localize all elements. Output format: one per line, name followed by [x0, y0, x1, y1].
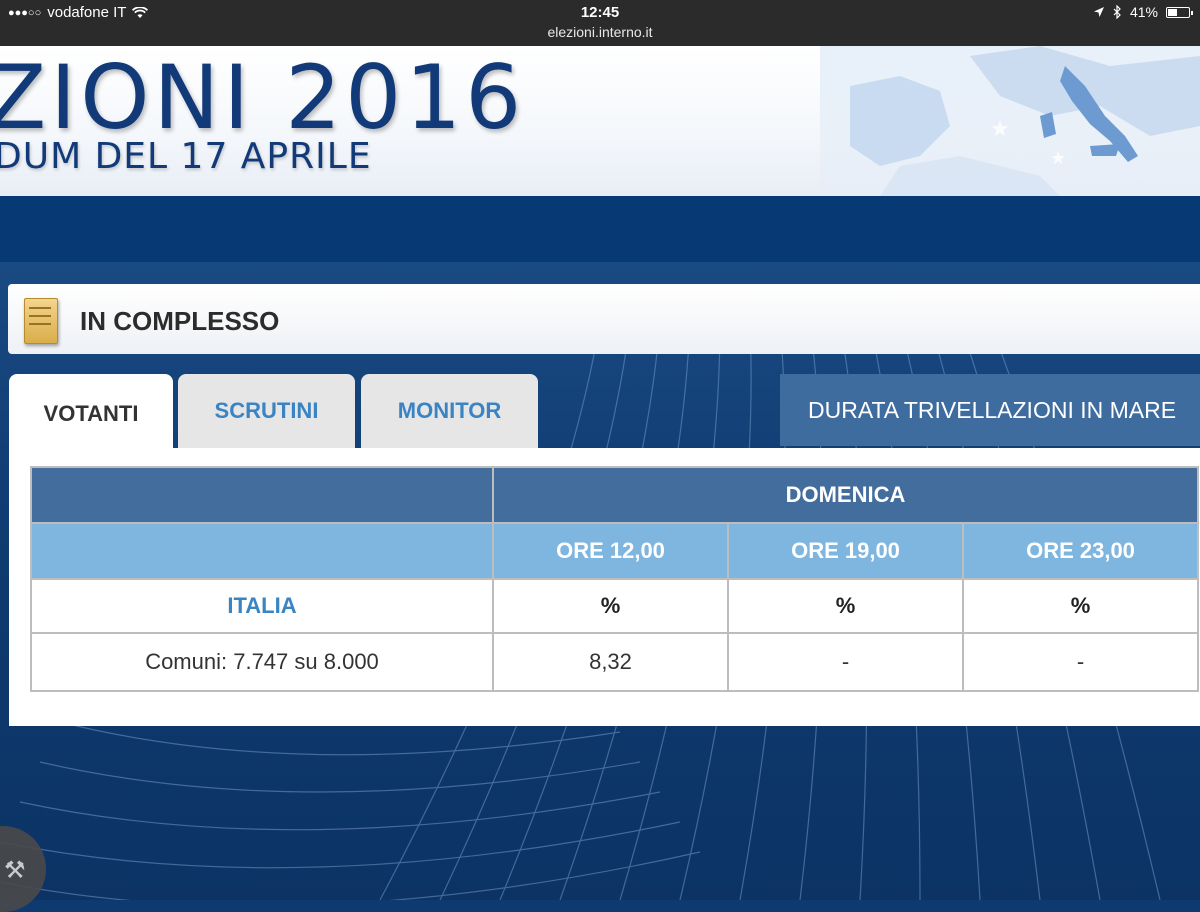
turnout-value: 8,32 [492, 632, 729, 692]
tab-votanti[interactable]: VOTANTI [9, 374, 173, 454]
header-banner: ZIONI 2016 DUM DEL 17 APRILE ★ ★ [0, 46, 1200, 196]
table-row: ITALIA % % % [30, 578, 1199, 634]
turnout-table: DOMENICA ORE 12,00 ORE 19,00 ORE 23,00 I… [30, 466, 1199, 692]
ios-status-bar: ●●●○○ vodafone IT 12:45 elezioni.interno… [0, 0, 1200, 46]
tab-monitor[interactable]: MONITOR [361, 374, 538, 448]
clock: 12:45 [580, 4, 620, 21]
day-header: DOMENICA [492, 466, 1199, 524]
turnout-value: - [962, 632, 1199, 692]
europe-map-icon: ★ ★ [820, 46, 1200, 196]
empty-header-cell [30, 466, 494, 524]
table-row: Comuni: 7.747 su 8.000 8,32 - - [30, 632, 1199, 692]
banner-title: ZIONI 2016 [0, 46, 526, 149]
unit-cell: % [962, 578, 1199, 634]
turnout-value: - [727, 632, 964, 692]
section-header: IN COMPLESSO [8, 284, 1200, 354]
time-header-row: ORE 12,00 ORE 19,00 ORE 23,00 [30, 522, 1199, 580]
battery-percent: 41% [1129, 4, 1158, 20]
empty-subheader-cell [30, 522, 494, 580]
url-bar[interactable]: elezioni.interno.it [0, 24, 1200, 40]
unit-cell: % [492, 578, 729, 634]
battery-icon [1166, 6, 1193, 18]
status-right: 41% [1093, 4, 1193, 20]
area-link-italia[interactable]: ITALIA [30, 578, 494, 634]
location-arrow-icon [1093, 7, 1104, 17]
table-header-row: DOMENICA [30, 466, 1199, 524]
time-header: ORE 23,00 [962, 522, 1199, 580]
hammer-icon: ⚒ [4, 857, 26, 884]
durata-trivellazioni-link[interactable]: DURATA TRIVELLAZIONI IN MARE [780, 374, 1200, 446]
comuni-count: Comuni: 7.747 su 8.000 [30, 632, 494, 692]
svg-text:★: ★ [1050, 148, 1066, 168]
book-icon [24, 298, 58, 344]
time-header: ORE 12,00 [492, 522, 729, 580]
section-title: IN COMPLESSO [80, 306, 280, 336]
time-header: ORE 19,00 [727, 522, 964, 580]
svg-text:★: ★ [990, 116, 1010, 141]
navigation-bar [0, 196, 1200, 262]
votanti-panel: DOMENICA ORE 12,00 ORE 19,00 ORE 23,00 I… [9, 448, 1200, 726]
tab-scrutini[interactable]: SCRUTINI [178, 374, 355, 448]
banner-subtitle: DUM DEL 17 APRILE [0, 136, 372, 177]
unit-cell: % [727, 578, 964, 634]
bluetooth-icon [1113, 5, 1121, 19]
